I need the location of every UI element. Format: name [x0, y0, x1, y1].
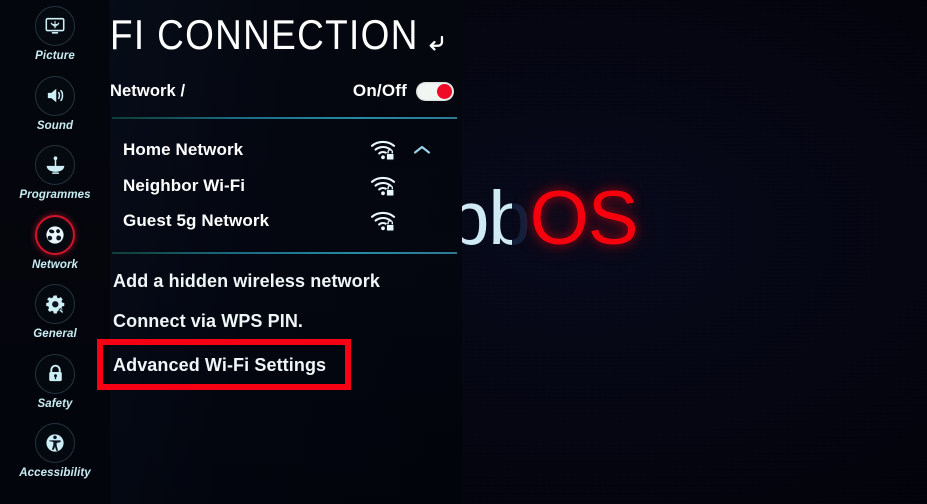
- sidebar-label-sound: Sound: [36, 119, 74, 132]
- programmes-icon: [35, 145, 75, 185]
- network-row-icons: [370, 175, 462, 197]
- sidebar-item-picture[interactable]: Picture: [0, 6, 110, 76]
- action-add-hidden-network[interactable]: Add a hidden wireless network: [110, 262, 462, 300]
- divider-top: [112, 117, 457, 119]
- chevron-placeholder: [412, 211, 432, 231]
- toggle-label: On/Off: [352, 81, 407, 100]
- network-list-item-2[interactable]: Guest 5g Network: [110, 203, 462, 239]
- sidebar-label-general: General: [33, 328, 77, 340]
- network-list-item-1[interactable]: Neighbor Wi-Fi: [110, 168, 462, 204]
- webos-logo-os: OS: [529, 176, 639, 261]
- action-label: Connect via WPS PIN.: [113, 310, 304, 331]
- action-label: Advanced Wi-Fi Settings: [113, 354, 327, 375]
- network-row-icons: [370, 139, 462, 161]
- sidebar-label-network: Network: [31, 258, 79, 271]
- chevron-up-icon[interactable]: [412, 140, 432, 160]
- wifi-power-toggle[interactable]: On/Off: [353, 81, 454, 101]
- webos-logo-b-highlight: webb: [462, 182, 512, 256]
- tv-settings-screen: webbOS webb: [0, 0, 927, 504]
- divider-middle: [112, 252, 457, 254]
- webos-logo-web-ghost: web: [462, 182, 489, 256]
- sidebar-item-programmes[interactable]: Programmes: [0, 145, 110, 215]
- sidebar-label-programmes: Programmes: [19, 189, 91, 201]
- network-globe-icon: [35, 214, 75, 255]
- general-gear-icon: [35, 284, 75, 324]
- toggle-switch-track[interactable]: [416, 81, 454, 101]
- breadcrumb: Network /: [110, 81, 186, 100]
- action-label: Add a hidden wireless network: [113, 270, 380, 291]
- network-name: Home Network: [123, 140, 244, 159]
- sidebar-item-general[interactable]: General: [0, 284, 110, 354]
- sidebar-label-picture: Picture: [35, 50, 75, 62]
- sidebar-item-sound[interactable]: Sound: [0, 75, 110, 146]
- back-arrow-icon[interactable]: [421, 28, 451, 58]
- network-list-item-0[interactable]: Home Network: [110, 132, 462, 168]
- sidebar-item-network[interactable]: Network: [0, 214, 110, 285]
- action-advanced-wifi-settings[interactable]: Advanced Wi-Fi Settings: [110, 346, 462, 384]
- picture-icon: [35, 6, 75, 46]
- chevron-placeholder: [412, 176, 432, 196]
- wifi-locked-icon: [370, 210, 396, 232]
- wifi-locked-icon: [370, 139, 396, 161]
- breadcrumb-and-toggle-row: Network / On/Off: [110, 78, 462, 104]
- sidebar-label-accessibility: Accessibility: [19, 467, 91, 479]
- network-row-icons: [370, 210, 462, 232]
- settings-panel: Picture Sound Programmes Network General…: [0, 0, 462, 504]
- page-title: FI CONNECTION: [110, 11, 419, 58]
- network-name: Neighbor Wi-Fi: [123, 176, 246, 195]
- action-connect-wps-pin[interactable]: Connect via WPS PIN.: [110, 302, 462, 340]
- toggle-switch-knob: [437, 83, 452, 99]
- accessibility-icon: [35, 423, 75, 463]
- settings-sidebar: Picture Sound Programmes Network General…: [0, 0, 110, 504]
- wifi-locked-icon: [370, 175, 396, 197]
- settings-content: FI CONNECTION Network / On/Off Home Netw…: [110, 0, 462, 504]
- sidebar-item-accessibility[interactable]: Accessibility: [0, 423, 110, 493]
- sidebar-item-safety[interactable]: Safety: [0, 353, 110, 424]
- safety-lock-icon: [35, 353, 75, 394]
- network-name: Guest 5g Network: [123, 211, 270, 230]
- webos-logo-b-ghost: b: [488, 182, 512, 256]
- sound-icon: [35, 75, 75, 116]
- sidebar-label-safety: Safety: [37, 397, 73, 410]
